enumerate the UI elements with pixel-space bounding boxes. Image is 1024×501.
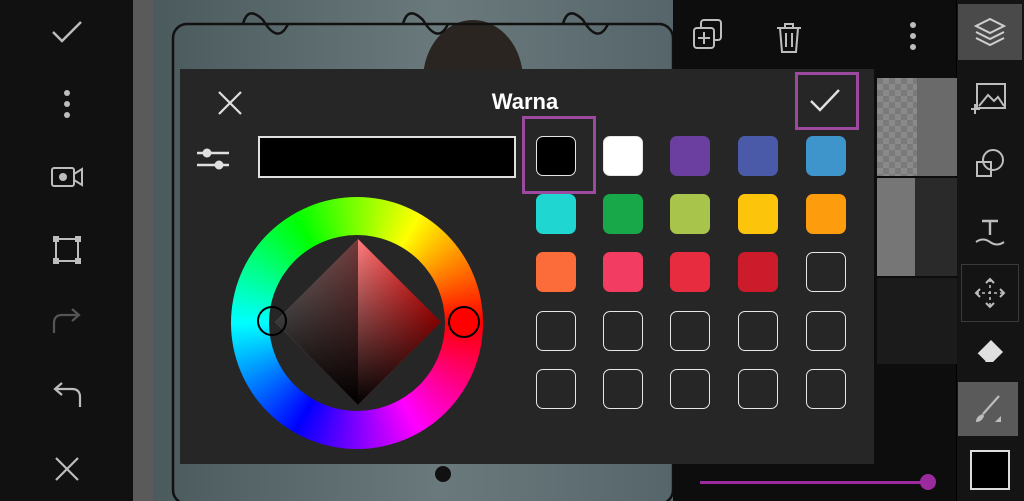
color-swatch[interactable] bbox=[603, 194, 643, 234]
layer-thumbnail[interactable] bbox=[877, 178, 957, 276]
color-swatch[interactable] bbox=[536, 252, 576, 292]
crop-icon[interactable] bbox=[44, 230, 90, 270]
more-vertical-icon[interactable] bbox=[44, 84, 90, 124]
close-icon[interactable] bbox=[44, 449, 90, 489]
color-swatch[interactable] bbox=[670, 194, 710, 234]
text-icon[interactable] bbox=[960, 204, 1020, 256]
canvas-margin bbox=[133, 0, 153, 501]
opacity-slider[interactable] bbox=[700, 481, 928, 484]
color-hex-input[interactable] bbox=[258, 136, 516, 178]
brush-icon[interactable] bbox=[958, 382, 1018, 436]
opacity-slider-handle[interactable] bbox=[920, 474, 936, 490]
color-square-icon[interactable] bbox=[960, 444, 1020, 496]
dialog-title: Warna bbox=[491, 89, 559, 114]
trash-icon[interactable] bbox=[775, 22, 803, 56]
color-swatch[interactable] bbox=[806, 194, 846, 234]
empty-swatch[interactable] bbox=[536, 369, 576, 409]
layer-thumbnail[interactable] bbox=[877, 78, 957, 176]
add-image-layer-icon[interactable] bbox=[960, 72, 1020, 124]
more-vertical-icon[interactable] bbox=[908, 20, 918, 54]
color-swatch[interactable] bbox=[603, 136, 643, 176]
close-icon[interactable] bbox=[215, 88, 245, 118]
redo-icon[interactable] bbox=[44, 302, 90, 342]
confirm-check-icon[interactable] bbox=[44, 12, 90, 52]
empty-swatch[interactable] bbox=[806, 311, 846, 351]
shape-icon[interactable] bbox=[960, 138, 1020, 190]
color-swatch[interactable] bbox=[670, 252, 710, 292]
hue-handle[interactable] bbox=[448, 306, 480, 338]
color-swatch[interactable] bbox=[603, 252, 643, 292]
color-swatch[interactable] bbox=[738, 136, 778, 176]
check-icon[interactable] bbox=[805, 84, 845, 118]
empty-swatch[interactable] bbox=[603, 369, 643, 409]
color-swatch[interactable] bbox=[670, 136, 710, 176]
empty-swatch[interactable] bbox=[806, 369, 846, 409]
add-layer-icon[interactable] bbox=[691, 18, 725, 52]
color-swatch[interactable] bbox=[738, 194, 778, 234]
camera-icon[interactable] bbox=[44, 157, 90, 197]
empty-swatch[interactable] bbox=[738, 311, 778, 351]
layers-icon[interactable] bbox=[958, 4, 1022, 60]
sliders-icon[interactable] bbox=[195, 144, 233, 174]
saturation-handle[interactable] bbox=[257, 306, 287, 336]
color-swatch[interactable] bbox=[738, 252, 778, 292]
layer-thumbnail[interactable] bbox=[877, 278, 957, 364]
color-swatch[interactable] bbox=[806, 136, 846, 176]
eraser-icon[interactable] bbox=[960, 324, 1020, 376]
color-swatch[interactable] bbox=[536, 194, 576, 234]
empty-swatch[interactable] bbox=[670, 311, 710, 351]
move-icon[interactable] bbox=[961, 264, 1019, 322]
empty-swatch[interactable] bbox=[603, 311, 643, 351]
undo-icon[interactable] bbox=[44, 376, 90, 416]
left-toolbar bbox=[0, 0, 133, 501]
color-swatch[interactable] bbox=[536, 136, 576, 176]
empty-swatch[interactable] bbox=[806, 252, 846, 292]
empty-swatch[interactable] bbox=[536, 311, 576, 351]
empty-swatch[interactable] bbox=[738, 369, 778, 409]
empty-swatch[interactable] bbox=[670, 369, 710, 409]
